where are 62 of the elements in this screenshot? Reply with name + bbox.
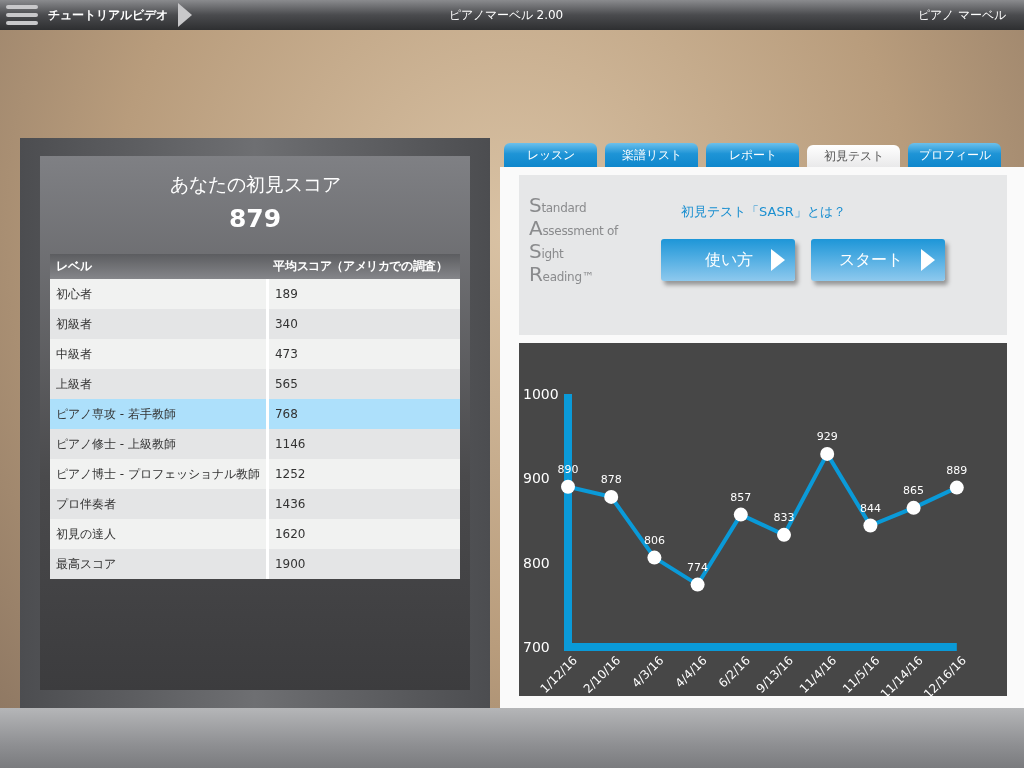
level-cell: プロ伴奏者 xyxy=(50,489,268,519)
y-tick-label: 900 xyxy=(523,470,550,487)
level-cell: ピアノ博士 - プロフェッショナル教師 xyxy=(50,459,268,489)
score-cell: 768 xyxy=(267,399,460,429)
data-point xyxy=(777,527,791,542)
data-point xyxy=(906,500,921,515)
score-cell: 565 xyxy=(267,369,460,399)
action-button[interactable]: スタート xyxy=(811,239,945,281)
data-point xyxy=(690,577,705,592)
score-cell: 1620 xyxy=(267,519,460,549)
y-tick-label: 800 xyxy=(523,554,550,571)
tab[interactable]: プロフィール xyxy=(908,143,1001,167)
play-icon[interactable] xyxy=(178,3,192,27)
level-cell: 上級者 xyxy=(50,369,268,399)
column-header: 平均スコア（アメリカでの調査） xyxy=(267,254,460,279)
data-point xyxy=(604,489,619,504)
menu-icon[interactable] xyxy=(6,4,38,26)
tutorial-video-link[interactable]: チュートリアルビデオ xyxy=(48,6,168,24)
data-label: 889 xyxy=(946,463,968,477)
data-point xyxy=(561,479,575,494)
data-point xyxy=(820,446,835,461)
level-cell: 初見の達人 xyxy=(50,519,268,549)
app-title: ピアノマーベル 2.00 xyxy=(447,6,565,24)
score-cell: 1436 xyxy=(267,489,460,519)
tab[interactable]: レポート xyxy=(706,143,799,167)
sasr-info-link[interactable]: 初見テスト「SASR」とは？ xyxy=(681,203,945,221)
play-icon xyxy=(921,249,935,271)
score-cell: 340 xyxy=(267,309,460,339)
level-cell: 最高スコア xyxy=(50,549,268,579)
score-cell: 473 xyxy=(267,339,460,369)
panel-title: あなたの初見スコア xyxy=(169,172,341,197)
column-header: レベル xyxy=(50,254,268,279)
level-cell: ピアノ修士 - 上級教師 xyxy=(50,429,268,459)
data-label: 929 xyxy=(816,429,838,443)
data-point xyxy=(863,518,878,533)
score-cell: 1900 xyxy=(267,549,460,579)
data-label: 857 xyxy=(730,490,752,504)
data-label: 844 xyxy=(859,501,881,515)
data-point xyxy=(647,550,662,565)
data-label: 865 xyxy=(903,483,925,497)
y-tick-label: 700 xyxy=(523,639,550,655)
user-name: ピアノ マーベル xyxy=(917,6,1007,24)
score-cell: 1252 xyxy=(267,459,460,489)
data-label: 878 xyxy=(600,472,622,486)
y-tick-label: 1000 xyxy=(523,386,559,402)
score-cell: 189 xyxy=(267,279,460,309)
data-point xyxy=(733,507,748,522)
data-point xyxy=(949,480,964,495)
data-label: 774 xyxy=(687,560,709,574)
score-cell: 1146 xyxy=(267,429,460,459)
play-icon xyxy=(771,249,785,271)
level-cell: 初級者 xyxy=(50,309,268,339)
action-button[interactable]: 使い方 xyxy=(661,239,795,281)
score-value: 879 xyxy=(228,204,282,233)
level-cell: 中級者 xyxy=(50,339,268,369)
tab[interactable]: 初見テスト xyxy=(807,145,900,167)
level-cell: ピアノ専攻 - 若手教師 xyxy=(50,399,268,429)
data-label: 806 xyxy=(643,533,665,547)
level-cell: 初心者 xyxy=(50,279,268,309)
sasr-logo: Standard Assessment of Sight Reading™ xyxy=(529,195,620,288)
tab[interactable]: 楽譜リスト xyxy=(605,143,698,167)
tab[interactable]: レッスン xyxy=(504,143,597,167)
